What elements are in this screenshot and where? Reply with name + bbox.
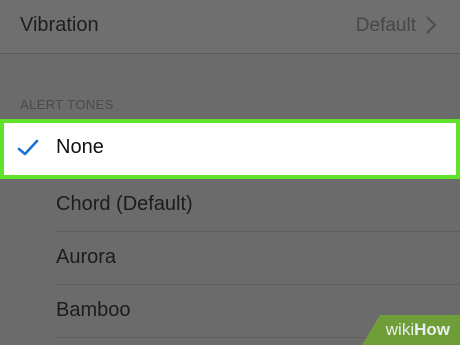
tone-label: Aurora	[56, 246, 117, 268]
watermark-text: wikiHow	[386, 320, 450, 340]
vibration-row[interactable]: Vibration Default	[0, 0, 460, 53]
vibration-label: Vibration	[20, 14, 99, 36]
alert-tones-header: ALERT TONES	[20, 97, 114, 112]
divider	[0, 53, 460, 54]
watermark-how: How	[414, 320, 450, 339]
chevron-right-icon	[426, 16, 437, 34]
tone-row-chord[interactable]: Chord (Default)	[0, 180, 460, 232]
tone-label-none: None	[56, 136, 104, 158]
vibration-value: Default	[355, 15, 416, 36]
row-divider	[56, 284, 460, 285]
tone-row-selected[interactable]: None	[0, 119, 460, 179]
checkmark-icon	[17, 139, 39, 156]
tone-label: Chord (Default)	[56, 193, 193, 215]
tone-row-aurora[interactable]: Aurora	[0, 233, 460, 285]
watermark-wiki: wiki	[385, 320, 415, 339]
tone-label: Bamboo	[56, 299, 131, 321]
row-divider	[56, 231, 460, 232]
